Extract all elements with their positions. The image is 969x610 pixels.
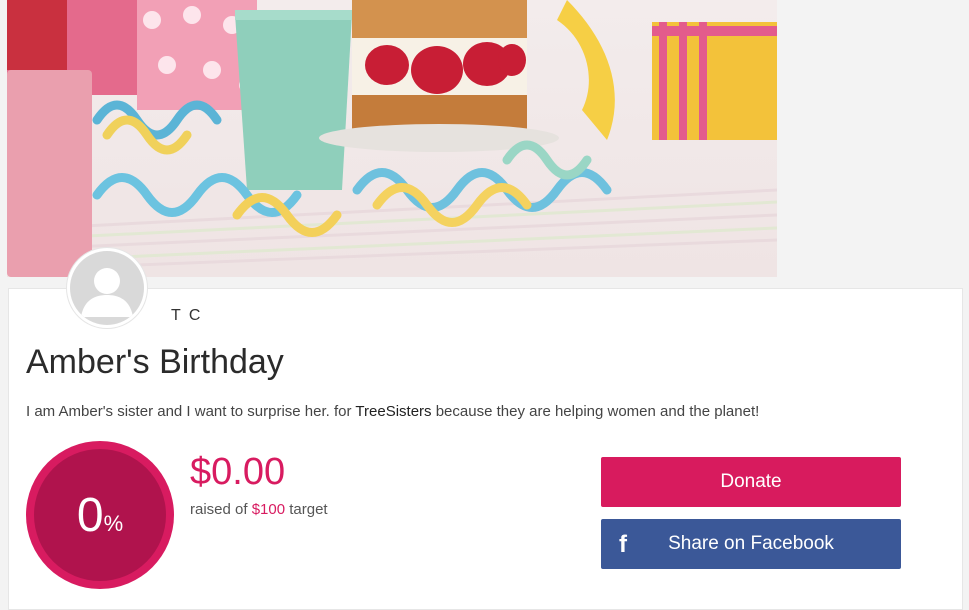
share-facebook-label: Share on Facebook bbox=[668, 533, 834, 554]
user-silhouette-icon bbox=[70, 251, 144, 325]
description-text-end: because they are helping women and the p… bbox=[431, 403, 760, 420]
progress-ring-center: 0% bbox=[34, 449, 166, 581]
raised-amount: $0.00 bbox=[190, 451, 286, 493]
target-amount: $100 bbox=[251, 501, 286, 518]
progress-percent-number: 0 bbox=[76, 488, 104, 542]
campaign-description: I am Amber's sister and I want to surpri… bbox=[26, 403, 759, 420]
share-facebook-button[interactable]: f Share on Facebook bbox=[601, 519, 901, 569]
organization-link[interactable]: TreeSisters bbox=[355, 403, 431, 420]
raised-target-line: raised of $100 target bbox=[190, 501, 328, 518]
progress-ring: 0% bbox=[26, 441, 174, 589]
description-text: I am Amber's sister and I want to surpri… bbox=[26, 403, 356, 420]
campaign-title: Amber's Birthday bbox=[26, 343, 284, 381]
donate-button[interactable]: Donate bbox=[601, 457, 901, 507]
donate-button-label: Donate bbox=[720, 471, 782, 492]
raised-suffix: target bbox=[285, 501, 328, 518]
facebook-icon: f bbox=[619, 531, 627, 558]
owner-name: T C bbox=[171, 307, 203, 324]
progress-percent-sign: % bbox=[103, 511, 124, 536]
avatar bbox=[67, 248, 147, 328]
raised-prefix: raised of bbox=[190, 501, 252, 518]
hero-image bbox=[7, 0, 777, 277]
